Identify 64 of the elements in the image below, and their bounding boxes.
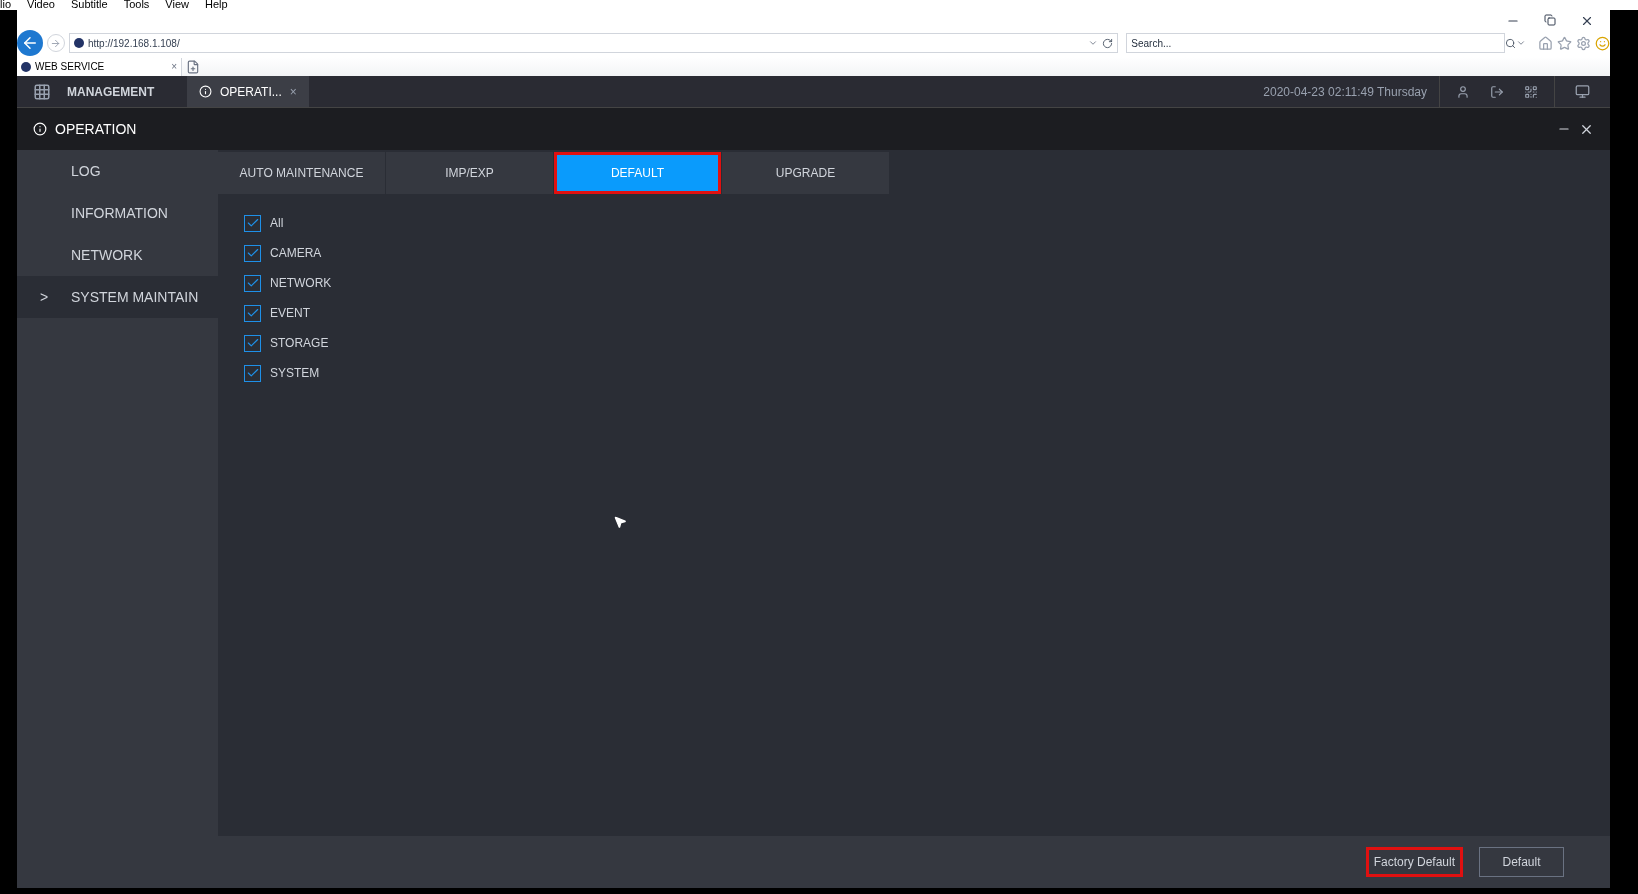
action-button[interactable]: Default (1479, 847, 1564, 877)
datetime-text: 2020-04-23 02:11:49 Thursday (1263, 83, 1428, 101)
management-link[interactable]: MANAGEMENT (67, 82, 187, 101)
check-icon (245, 366, 260, 380)
checkbox[interactable] (244, 364, 261, 382)
sidebar-item[interactable]: NETWORK (17, 234, 218, 276)
cursor-icon (613, 515, 627, 529)
settings-icon[interactable] (1576, 35, 1591, 51)
checkbox[interactable] (244, 244, 261, 262)
checkbox[interactable] (244, 274, 261, 292)
sidebar-item[interactable]: LOG (17, 150, 218, 192)
info-icon (33, 122, 47, 136)
checkbox[interactable] (244, 334, 261, 352)
grid-icon[interactable] (33, 82, 51, 101)
restore-icon[interactable] (1544, 14, 1556, 26)
checkbox-label: STORAGE (270, 335, 329, 352)
search-field[interactable]: Search... (1126, 33, 1505, 54)
check-icon (245, 336, 260, 350)
smiley-icon[interactable] (1595, 35, 1610, 51)
checkbox-label: All (270, 215, 284, 232)
action-button[interactable]: Factory Default (1365, 847, 1463, 877)
check-icon (245, 216, 260, 230)
checkbox-label: CAMERA (270, 245, 322, 262)
tab-close-button[interactable]: × (171, 59, 177, 74)
checkbox-label: SYSTEM (270, 365, 320, 382)
tab[interactable]: AUTO MAINTENANCE (218, 152, 385, 194)
checkbox-label: NETWORK (270, 275, 332, 292)
globe-icon (73, 38, 84, 49)
menu-item[interactable]: Help (205, 0, 228, 10)
logout-icon[interactable] (1490, 84, 1504, 99)
menu-item[interactable]: View (165, 0, 189, 10)
search-icon[interactable] (1505, 37, 1516, 49)
browser-tab[interactable]: WEB SERVICE × (17, 57, 182, 76)
menu-item[interactable]: lio (0, 0, 11, 10)
menu-item[interactable]: Subtitle (70, 0, 108, 10)
checkbox[interactable] (244, 214, 261, 232)
check-icon (245, 306, 260, 320)
qr-code-icon[interactable] (1524, 84, 1538, 99)
close-icon[interactable] (1580, 14, 1594, 28)
tab[interactable]: IMP/EXP (386, 152, 553, 194)
open-tab[interactable]: OPERATI... × (187, 76, 309, 107)
address-field[interactable]: http://192.168.1.108/ (68, 33, 1119, 54)
chevron-icon: > (17, 286, 71, 308)
home-icon[interactable] (1538, 35, 1553, 51)
menu-item[interactable]: Tools (123, 0, 150, 10)
monitor-icon[interactable] (1575, 84, 1590, 99)
tab[interactable]: UPGRADE (722, 152, 889, 194)
check-icon (245, 246, 260, 260)
star-icon[interactable] (1557, 35, 1572, 51)
tab-close-button[interactable]: × (289, 82, 297, 101)
sidebar-item[interactable]: INFORMATION (17, 192, 218, 234)
user-icon[interactable] (1456, 84, 1470, 99)
forward-arrow-icon (50, 37, 62, 49)
check-icon (245, 276, 260, 290)
info-icon (199, 85, 212, 98)
refresh-icon[interactable] (1102, 37, 1114, 49)
globe-icon (21, 61, 31, 72)
sidebar-item[interactable]: > SYSTEM MAINTAIN (17, 276, 218, 318)
checkbox-label: EVENT (270, 305, 310, 322)
checkbox[interactable] (244, 304, 261, 322)
back-button[interactable] (17, 30, 43, 57)
new-tab-icon[interactable] (186, 59, 200, 74)
panel-title-bar: OPERATION (17, 108, 1610, 150)
menu-item[interactable]: Video (27, 0, 55, 10)
